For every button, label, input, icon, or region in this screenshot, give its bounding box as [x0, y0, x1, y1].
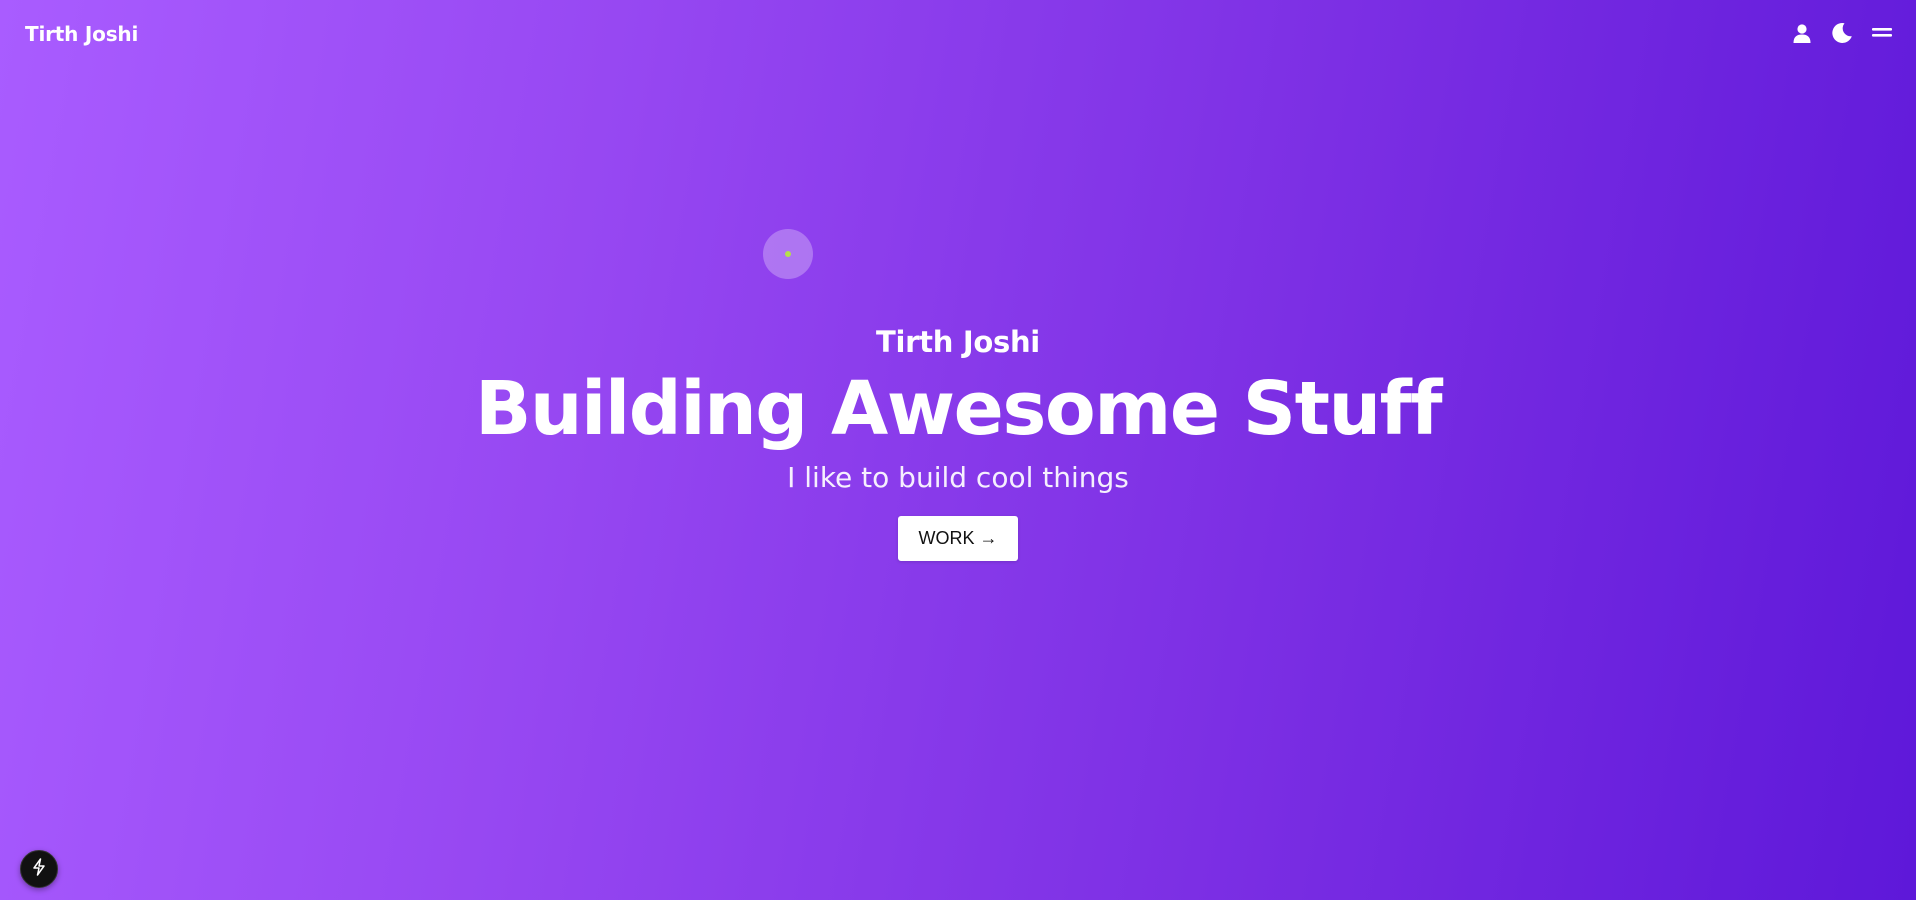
- hero-name: Tirth Joshi: [876, 325, 1040, 359]
- cursor-follower: [763, 229, 813, 279]
- top-bar: Tirth Joshi: [0, 0, 1916, 70]
- nav-icons: [1790, 21, 1894, 45]
- work-button[interactable]: WORK →: [898, 516, 1018, 561]
- brand-logo-link[interactable]: Tirth Joshi: [25, 22, 138, 46]
- user-icon[interactable]: [1790, 21, 1814, 45]
- hero-title: Building Awesome Stuff: [474, 366, 1443, 452]
- hero-section: Tirth Joshi Building Awesome Stuff I lik…: [0, 322, 1916, 561]
- menu-icon[interactable]: [1870, 21, 1894, 45]
- moon-icon[interactable]: [1830, 21, 1854, 45]
- hero-subtitle: I like to build cool things: [787, 461, 1129, 494]
- lightning-bolt-button[interactable]: [20, 850, 58, 888]
- cursor-dot: [785, 251, 791, 257]
- lightning-bolt-icon: [31, 857, 47, 881]
